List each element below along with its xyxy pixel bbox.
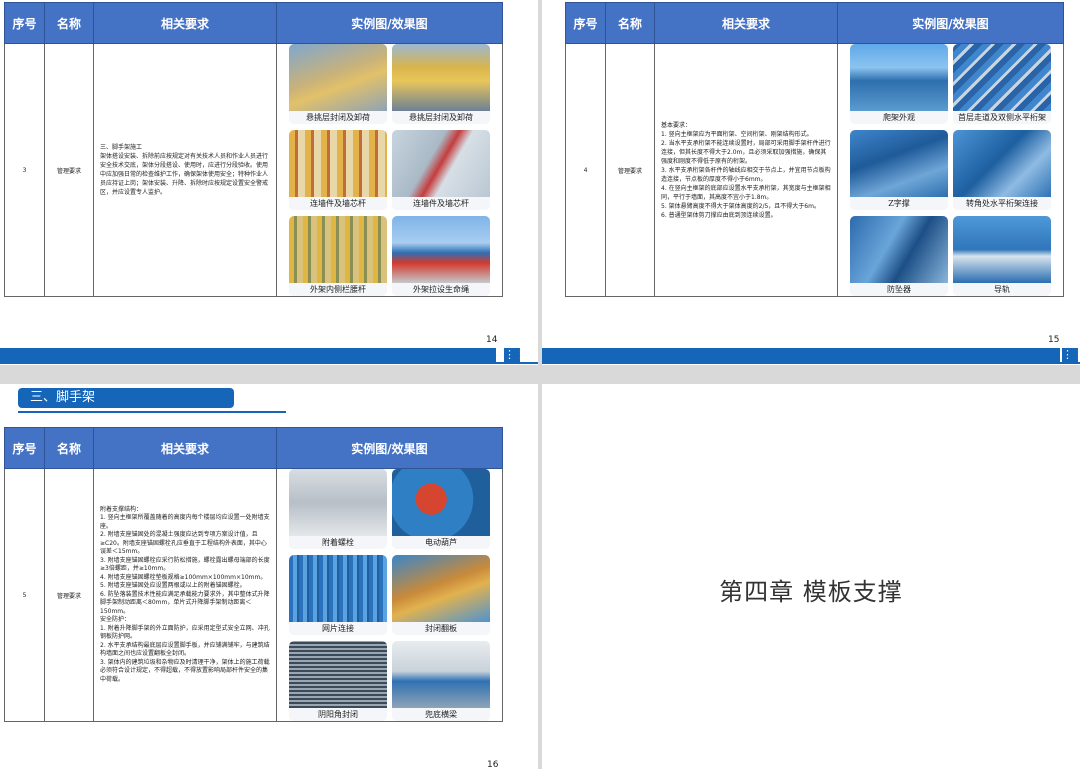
header-img: 实例图/效果图 bbox=[276, 2, 503, 44]
header-name: 名称 bbox=[44, 427, 94, 469]
row-requirements: 基本要求： 1. 竖向主框架应为平面桁架、空间桁架、刚架结构形式。 2. 当水平… bbox=[654, 43, 838, 297]
req-line: 4. 附墙支座锚固螺栓垫板规格≥100mm×100mm×10mm。 bbox=[100, 573, 267, 581]
footer-line bbox=[0, 362, 538, 364]
header-name: 名称 bbox=[605, 2, 655, 44]
footer-bar bbox=[0, 348, 496, 362]
row-seq: 3 bbox=[4, 43, 45, 297]
row-requirements: 三、脚手架施工 架体搭设安装、拆除前应按规定对有关技术人员和作业人员进行安全技术… bbox=[93, 43, 277, 297]
req-line: 1. 附着升降脚手架的外立面防护，应采用定型式安全立网、冲孔钢板防护网。 bbox=[100, 624, 270, 641]
row-name: 管理要求 bbox=[44, 43, 94, 297]
row-seq: 4 bbox=[565, 43, 606, 297]
chapter-title: 第四章 模板支撑 bbox=[719, 578, 903, 606]
page-number: 14 bbox=[486, 335, 498, 345]
photo: 封闭翻板 bbox=[392, 555, 490, 635]
page-number: 15 bbox=[1048, 335, 1060, 345]
header-req: 相关要求 bbox=[654, 2, 838, 44]
photo: 附着螺栓 bbox=[289, 469, 387, 549]
header-seq: 序号 bbox=[4, 427, 45, 469]
photo: 外架拉设生命绳 bbox=[392, 216, 490, 296]
page-15: 序号 名称 相关要求 实例图/效果图 4 管理要求 基本要求： 1. 竖向主框架… bbox=[542, 0, 1080, 365]
photo: 转角处水平桁架连接 bbox=[953, 130, 1051, 210]
req-line: 4. 在竖向主框架的底部应设置水平支承桁架，其宽度与主框架相同，平行于墙面，其高… bbox=[661, 184, 831, 201]
footer-bar bbox=[542, 348, 1060, 362]
photo-cell: 悬挑层封闭及卸荷 悬挑层封闭及卸荷 连墙件及墙芯杆 连墙件及墙芯杆 外架内侧栏腰… bbox=[276, 43, 503, 297]
page-16: 三、脚手架 序号 名称 相关要求 实例图/效果图 5 管理要求 附着支撑结构： … bbox=[0, 384, 538, 769]
photo: 悬挑层封闭及卸荷 bbox=[392, 44, 490, 124]
photo: 电动葫芦 bbox=[392, 469, 490, 549]
spec-table: 序号 名称 相关要求 实例图/效果图 4 管理要求 基本要求： 1. 竖向主框架… bbox=[565, 2, 1064, 297]
grid-icon: ⋮⋮ bbox=[1062, 348, 1080, 362]
photo-cell: 附着螺栓 电动葫芦 网片连接 封闭翻板 阴阳角封闭 兜底横梁 bbox=[276, 468, 503, 722]
row-name: 管理要求 bbox=[44, 468, 94, 722]
header-seq: 序号 bbox=[565, 2, 606, 44]
page-17: 第四章 模板支撑 bbox=[542, 384, 1080, 769]
grid-icon: ⋮⋮ bbox=[504, 348, 526, 362]
page-number: 16 bbox=[487, 760, 499, 769]
photo: Z字撑 bbox=[850, 130, 948, 210]
photo: 首层走道及双侧水平桁架 bbox=[953, 44, 1051, 124]
req-line: 2. 当水平支承桁架不能连续设置时，局部可采用脚手架杆件进行连接，但其长度不得大… bbox=[661, 139, 831, 165]
req-line: 附着支撑结构： bbox=[100, 505, 143, 513]
req-line: 2. 水平支承结构最底层应设置脚手板，并应铺满铺牢，与建筑结构墙面之间也应设置翻… bbox=[100, 641, 270, 658]
spec-table: 序号 名称 相关要求 实例图/效果图 5 管理要求 附着支撑结构： 1. 竖向主… bbox=[4, 427, 503, 722]
req-line: 三、脚手架施工 bbox=[100, 144, 143, 151]
photo: 悬挑层封闭及卸荷 bbox=[289, 44, 387, 124]
header-req: 相关要求 bbox=[93, 2, 277, 44]
req-line: 1. 竖向主框架应为平面桁架、空间桁架、刚架结构形式。 bbox=[661, 130, 813, 138]
req-line: 3. 附墙支座锚固螺栓应采行防松措施，螺栓露出螺母端部的长度≥3倍螺距，并≥10… bbox=[100, 556, 270, 573]
header-req: 相关要求 bbox=[93, 427, 277, 469]
photo: 网片连接 bbox=[289, 555, 387, 635]
header-name: 名称 bbox=[44, 2, 94, 44]
photo: 阴阳角封闭 bbox=[289, 641, 387, 721]
section-underline bbox=[18, 411, 286, 413]
photo: 兜底横梁 bbox=[392, 641, 490, 721]
photo: 连墙件及墙芯杆 bbox=[289, 130, 387, 210]
photo: 连墙件及墙芯杆 bbox=[392, 130, 490, 210]
req-line: 架体搭设安装、拆除前应按规定对有关技术人员和作业人员进行安全技术交底，架体分段搭… bbox=[100, 153, 269, 196]
spec-table: 序号 名称 相关要求 实例图/效果图 3 管理要求 三、脚手架施工 架体搭设安装… bbox=[4, 2, 503, 297]
req-line: 3. 水平支承桁架各杆件的轴线应相交于节点上，并宜用节点板构造连接，节点板的厚度… bbox=[661, 166, 831, 183]
req-line: 安全防护： bbox=[100, 616, 131, 624]
header-img: 实例图/效果图 bbox=[837, 2, 1064, 44]
section-title: 三、脚手架 bbox=[18, 388, 234, 408]
row-seq: 5 bbox=[4, 468, 45, 722]
photo: 外架内侧栏腰杆 bbox=[289, 216, 387, 296]
req-line: 2. 附墙支座锚固处的混凝土强度应达到专项方案设计值，且≥C20。附墙支座锚固螺… bbox=[100, 531, 267, 556]
photo: 防坠器 bbox=[850, 216, 948, 296]
header-seq: 序号 bbox=[4, 2, 45, 44]
req-line: 6. 普通型架体剪刀撑应由底到顶连续设置。 bbox=[661, 211, 777, 219]
footer-line bbox=[542, 362, 1080, 364]
page-14: 序号 名称 相关要求 实例图/效果图 3 管理要求 三、脚手架施工 架体搭设安装… bbox=[0, 0, 538, 365]
req-line: 6. 防坠落装置技术性能应满足承载能力要求外，其中整体式升降脚手架制动距离＜80… bbox=[100, 590, 270, 615]
row-name: 管理要求 bbox=[605, 43, 655, 297]
req-line: 1. 竖向主框架所覆盖随着的高度内每个楼层均应设置一处附墙支座。 bbox=[100, 514, 270, 530]
header-img: 实例图/效果图 bbox=[276, 427, 503, 469]
req-line: 3. 架体内的建筑垃圾和杂物应及时清理干净，架体上的施工荷载必须符合设计规定，不… bbox=[100, 658, 270, 683]
photo-cell: 爬架外观 首层走道及双侧水平桁架 Z字撑 转角处水平桁架连接 防坠器 导轨 bbox=[837, 43, 1064, 297]
req-line: 基本要求： bbox=[661, 121, 692, 129]
req-line: 5. 附墙支座锚固处应设置两根或以上的附着锚固螺栓。 bbox=[100, 582, 246, 590]
photo: 导轨 bbox=[953, 216, 1051, 296]
req-line: 5. 架体悬臂高度不得大于架体高度的2/5，且不得大于6m。 bbox=[661, 202, 820, 210]
photo: 爬架外观 bbox=[850, 44, 948, 124]
row-requirements: 附着支撑结构： 1. 竖向主框架所覆盖随着的高度内每个楼层均应设置一处附墙支座。… bbox=[93, 468, 277, 722]
